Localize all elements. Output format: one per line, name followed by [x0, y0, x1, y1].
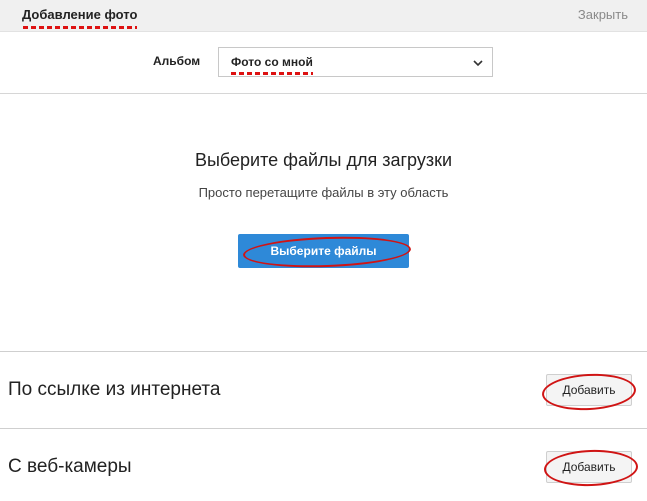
add-from-link-button[interactable]: Добавить [546, 374, 632, 406]
red-dashed-underline [231, 72, 313, 75]
album-row: Альбом Фото со мной [0, 33, 647, 94]
dialog-title: Добавление фото [22, 7, 138, 29]
chevron-down-icon [473, 60, 483, 67]
album-select[interactable]: Фото со мной [218, 47, 493, 77]
link-upload-label: По ссылке из интернета [8, 379, 221, 400]
drop-area-hint: Просто перетащите файлы в эту область [198, 185, 449, 200]
album-select-value-text: Фото со мной [231, 55, 313, 69]
file-drop-area[interactable]: Выберите файлы для загрузки Просто перет… [0, 95, 647, 351]
red-dashed-underline [23, 26, 138, 29]
link-upload-row: По ссылке из интернета Добавить [0, 351, 647, 427]
drop-area-heading: Выберите файлы для загрузки [194, 150, 453, 170]
choose-files-button[interactable]: Выберите файлы [238, 234, 409, 268]
album-label: Альбом [153, 54, 201, 68]
webcam-upload-row: С веб-камеры Добавить [0, 428, 647, 501]
add-from-webcam-button[interactable]: Добавить [546, 451, 632, 483]
album-select-value: Фото со мной [231, 55, 313, 75]
dialog-title-text: Добавление фото [22, 7, 138, 22]
close-link[interactable]: Закрыть [578, 7, 628, 22]
dialog-header: Добавление фото Закрыть [0, 0, 647, 32]
webcam-upload-label: С веб-камеры [8, 456, 132, 477]
